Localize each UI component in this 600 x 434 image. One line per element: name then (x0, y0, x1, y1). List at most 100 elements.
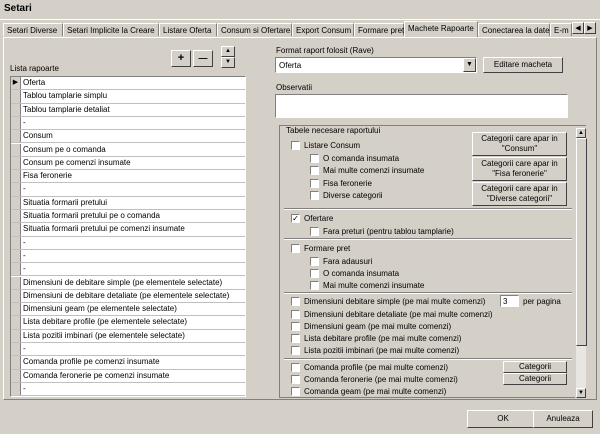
report-row[interactable]: - (11, 263, 245, 277)
report-row[interactable]: Lista debitare profile (pe elementele se… (11, 316, 245, 330)
report-row[interactable]: ▶ Oferta (11, 77, 245, 91)
categorii-feronerie-button[interactable]: Categorii (503, 373, 567, 385)
row-indicator[interactable] (11, 382, 21, 396)
row-indicator[interactable] (11, 236, 21, 249)
report-row[interactable]: Tablou tamplarie simplu (11, 90, 245, 104)
report-row[interactable]: Lista pozitii imbinari (pe elementele se… (11, 329, 245, 343)
report-row[interactable]: - (11, 116, 245, 131)
row-indicator[interactable] (11, 356, 21, 369)
tab-listare-oferta[interactable]: Listare Oferta (159, 23, 217, 36)
cmd-checkbox[interactable] (291, 375, 300, 384)
diverse-categories-button[interactable]: Categorii care apar in "Diverse categori… (472, 182, 567, 206)
row-indicator[interactable] (11, 156, 21, 170)
row-indicator[interactable] (11, 103, 21, 116)
formare-opt-checkbox[interactable] (310, 281, 319, 290)
add-report-button[interactable]: + (171, 50, 191, 67)
row-indicator[interactable] (11, 196, 21, 209)
row-indicator[interactable] (11, 369, 21, 382)
ok-button[interactable]: OK (467, 410, 539, 428)
report-row[interactable]: Comanda feronerie pe comenzi insumate (11, 369, 245, 383)
move-down-icon[interactable]: ▼ (221, 57, 235, 68)
ofertare-checkbox[interactable]: ✓ (291, 214, 300, 223)
listare-consum-checkbox[interactable] (291, 141, 300, 150)
dim-checkbox[interactable] (291, 346, 300, 355)
format-select[interactable]: Oferta ▼ (275, 57, 477, 73)
tab-consum-ofertare[interactable]: Consum si Ofertare (217, 23, 292, 36)
report-row[interactable]: Consum (11, 130, 245, 144)
row-indicator[interactable] (11, 289, 21, 303)
feronerie-categories-button[interactable]: Categorii care apar in "Fisa feronerie" (472, 157, 567, 181)
row-indicator[interactable] (11, 210, 21, 223)
consum-opt-checkbox[interactable] (310, 191, 319, 200)
row-indicator[interactable] (11, 276, 21, 289)
row-indicator[interactable] (11, 170, 21, 183)
report-row[interactable]: Consum pe comenzi insumate (11, 156, 245, 171)
tab-email[interactable]: E-m (550, 23, 572, 36)
tables-scrollbar[interactable]: ▲ ▼ (575, 128, 587, 398)
row-indicator[interactable] (11, 116, 21, 130)
tab-machete-rapoarte[interactable]: Machete Rapoarte (404, 21, 478, 37)
row-indicator[interactable] (11, 143, 21, 156)
categorii-profile-button[interactable]: Categorii (503, 361, 567, 373)
tab-export-consum[interactable]: Export Consum (292, 23, 354, 36)
tab-formare-pret[interactable]: Formare pret (354, 23, 404, 36)
remove-report-button[interactable]: — (193, 50, 213, 67)
row-indicator[interactable] (11, 303, 21, 316)
report-row[interactable]: Dimensiuni geam (pe elementele selectate… (11, 303, 245, 317)
row-indicator[interactable] (11, 130, 21, 143)
chevron-down-icon[interactable]: ▼ (463, 58, 476, 72)
per-page-input[interactable]: 3 (500, 295, 519, 307)
consum-categories-button[interactable]: Categorii care apar in "Consum" (472, 132, 567, 156)
report-row[interactable]: - (11, 183, 245, 197)
report-row[interactable]: Fisa feronerie (11, 170, 245, 184)
dim-checkbox[interactable] (291, 334, 300, 343)
report-row[interactable]: Situatia formarii pretului pe o comanda (11, 210, 245, 224)
report-row[interactable]: Situatia formarii pretului (11, 196, 245, 210)
edit-template-button[interactable]: Editare macheta (483, 57, 563, 73)
report-row[interactable]: Comanda profile pe comenzi insumate (11, 356, 245, 370)
report-list[interactable]: ▶ Oferta Tablou tamplarie simplu Tablou tam… (10, 76, 246, 397)
tab-scroll-left-icon[interactable]: ◀ (572, 22, 584, 34)
row-indicator[interactable] (11, 249, 21, 263)
report-row[interactable]: Consum pe o comanda (11, 143, 245, 157)
report-row[interactable]: - (11, 249, 245, 264)
tab-setari-implicite[interactable]: Setari Implicite la Creare (63, 23, 159, 36)
report-row[interactable]: - (11, 236, 245, 250)
formare-opt-checkbox[interactable] (310, 257, 319, 266)
row-indicator[interactable] (11, 329, 21, 342)
row-indicator[interactable] (11, 90, 21, 103)
formare-pret-checkbox[interactable] (291, 244, 300, 253)
tab-setari-diverse[interactable]: Setari Diverse (3, 23, 63, 36)
row-indicator[interactable] (11, 263, 21, 276)
tab-scroll-right-icon[interactable]: ▶ (584, 22, 596, 34)
report-row[interactable]: - (11, 382, 245, 396)
report-row[interactable]: Dimensiuni de debitare simple (pe elemen… (11, 276, 245, 290)
report-row-label: - (23, 117, 26, 127)
scroll-thumb[interactable] (576, 138, 587, 346)
observations-field[interactable] (275, 94, 568, 118)
ofertare-opt-checkbox[interactable] (310, 227, 319, 236)
scroll-up-icon[interactable]: ▲ (576, 128, 586, 138)
report-row[interactable]: Situatia formarii pretului pe comenzi in… (11, 223, 245, 237)
row-indicator[interactable] (11, 343, 21, 356)
report-row[interactable]: - (11, 343, 245, 357)
cmd-checkbox[interactable] (291, 363, 300, 372)
tab-conectarea-la-date[interactable]: Conectarea la date (478, 23, 550, 36)
scroll-down-icon[interactable]: ▼ (576, 388, 586, 398)
report-row[interactable]: Dimensiuni de debitare detaliate (pe ele… (11, 289, 245, 304)
formare-opt-checkbox[interactable] (310, 269, 319, 278)
cancel-button[interactable]: Anuleaza (533, 410, 593, 428)
cmd-checkbox[interactable] (291, 387, 300, 396)
row-indicator[interactable] (11, 316, 21, 329)
consum-opt-checkbox[interactable] (310, 166, 319, 175)
row-indicator[interactable] (11, 223, 21, 236)
row-pointer-icon[interactable]: ▶ (11, 77, 21, 90)
move-up-icon[interactable]: ▲ (221, 46, 235, 57)
row-indicator[interactable] (11, 183, 21, 196)
dim-checkbox[interactable] (291, 297, 300, 306)
consum-opt-checkbox[interactable] (310, 154, 319, 163)
dim-checkbox[interactable] (291, 310, 300, 319)
consum-opt-checkbox[interactable] (310, 179, 319, 188)
report-row[interactable]: Tablou tamplarie detaliat (11, 103, 245, 117)
dim-checkbox[interactable] (291, 322, 300, 331)
